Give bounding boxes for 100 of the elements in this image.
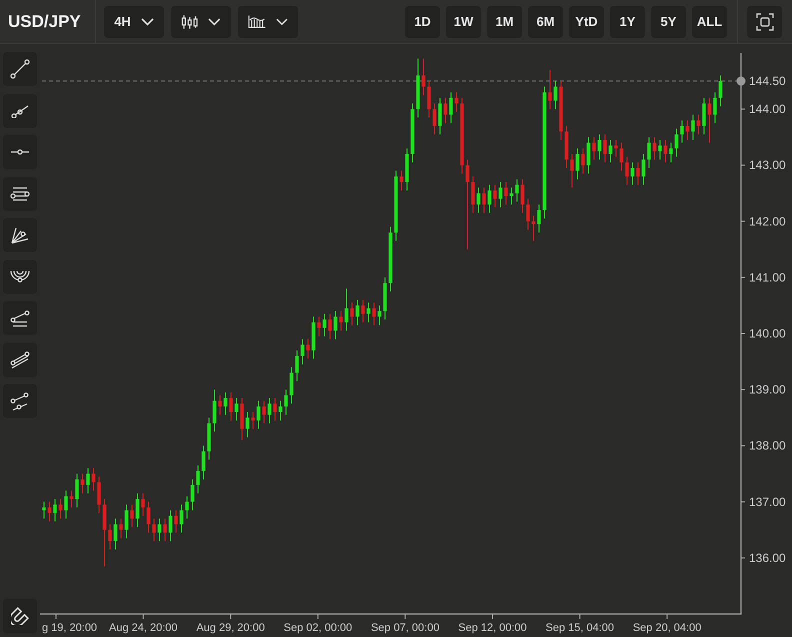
drawing-tool-button[interactable] [3,176,37,210]
range-button[interactable]: 6M [528,6,563,38]
line-tool-icon [9,58,31,80]
candlestick [97,476,101,514]
fullscreen-button[interactable] [747,6,782,38]
candlestick [141,492,145,516]
candlestick [86,468,90,494]
candlestick [520,178,524,214]
price-label: 136.00 [749,550,786,565]
candlestick [130,504,134,528]
area-chart-icon [248,14,266,29]
candlestick [686,120,690,140]
candlestick [664,139,668,163]
candlestick [273,398,277,421]
candlestick [708,97,712,144]
time-label: Sep 15, 04:00 [546,622,614,634]
candlestick [361,299,365,323]
drawing-tool-button[interactable] [3,94,37,128]
candlestick [498,182,502,208]
range-button[interactable]: 5Y [651,6,686,38]
candlestick [532,215,536,242]
drawing-tool-button[interactable] [3,342,37,376]
candlestick [674,128,678,158]
candlestick [58,498,62,520]
candlestick [378,304,382,326]
candlestick [642,153,646,186]
candlestick [476,187,480,214]
candlestick [608,139,612,163]
candlestick [427,80,431,118]
candlestick [691,114,695,140]
horizontal-line-icon [10,149,30,155]
range-button[interactable]: 1W [446,6,481,38]
candlestick [620,142,624,172]
time-label: Sep 02, 00:00 [284,622,352,634]
time-label: Aug 24, 20:00 [109,622,178,634]
candlestick [614,139,618,158]
candlestick [713,92,717,124]
candlestick [229,392,233,421]
candlestick [300,338,304,365]
range-button[interactable]: ALL [692,6,727,38]
range-button[interactable]: 1Y [610,6,645,38]
candlestick-icon [181,14,198,30]
candlestick [92,468,96,492]
candlestick [42,501,46,520]
candlestick [328,313,332,340]
current-price-label: 144.50 [749,74,786,88]
fan-tool-icon [11,226,29,244]
candlestick [212,389,216,432]
candlestick [196,464,200,494]
candlestick [114,518,118,550]
drawing-tool-button[interactable] [3,218,37,252]
candlestick [185,496,189,520]
drawing-tool-button[interactable] [3,384,37,418]
candlestick [322,313,326,337]
candlestick [168,510,172,542]
candlestick [224,392,228,416]
ray-tool-icon [11,104,29,118]
price-label: 141.00 [749,270,786,284]
candlestick [152,518,156,542]
candlestick [251,412,255,430]
chart-type-dropdown[interactable] [171,6,231,38]
price-label: 142.00 [749,214,786,228]
candlestick [658,139,662,160]
candlestick [146,501,150,534]
candlestick [488,184,492,214]
current-price-marker [736,76,746,86]
candlestick [669,142,673,163]
candlestick [422,58,426,96]
candlestick [466,159,470,250]
drawing-tool-button[interactable] [3,135,37,169]
candlestick [366,302,370,323]
candlestick [548,69,552,110]
drawing-tool-button[interactable] [3,52,37,86]
two-lines-tool-icon [10,392,30,410]
range-button[interactable]: 1D [405,6,440,38]
candlestick [586,136,590,174]
drawing-tool-button[interactable] [3,260,37,294]
candlestick [350,302,354,326]
candlestick [70,490,74,508]
indicator-dropdown[interactable] [238,6,298,38]
interval-dropdown[interactable]: 4H [104,6,164,38]
candlestick [576,148,580,180]
range-button[interactable]: 1M [487,6,522,38]
candlestick [119,518,123,539]
fullscreen-icon [756,12,774,30]
candlestick [598,134,602,160]
time-label: Sep 20, 04:00 [632,622,702,634]
arcs-tool-icon [10,270,30,283]
candlestick [256,400,260,430]
time-label: Aug 29, 20:00 [196,622,265,634]
chevron-down-icon [140,18,154,26]
candlestick [268,398,272,424]
magnet-button[interactable] [3,599,37,633]
candlestick [80,473,84,494]
candlestick [246,412,250,438]
drawing-tool-button[interactable] [3,301,37,335]
candlestick [636,162,640,186]
range-button[interactable]: YtD [569,6,604,38]
channel-tool-icon [10,350,30,368]
candlestick [537,204,541,234]
